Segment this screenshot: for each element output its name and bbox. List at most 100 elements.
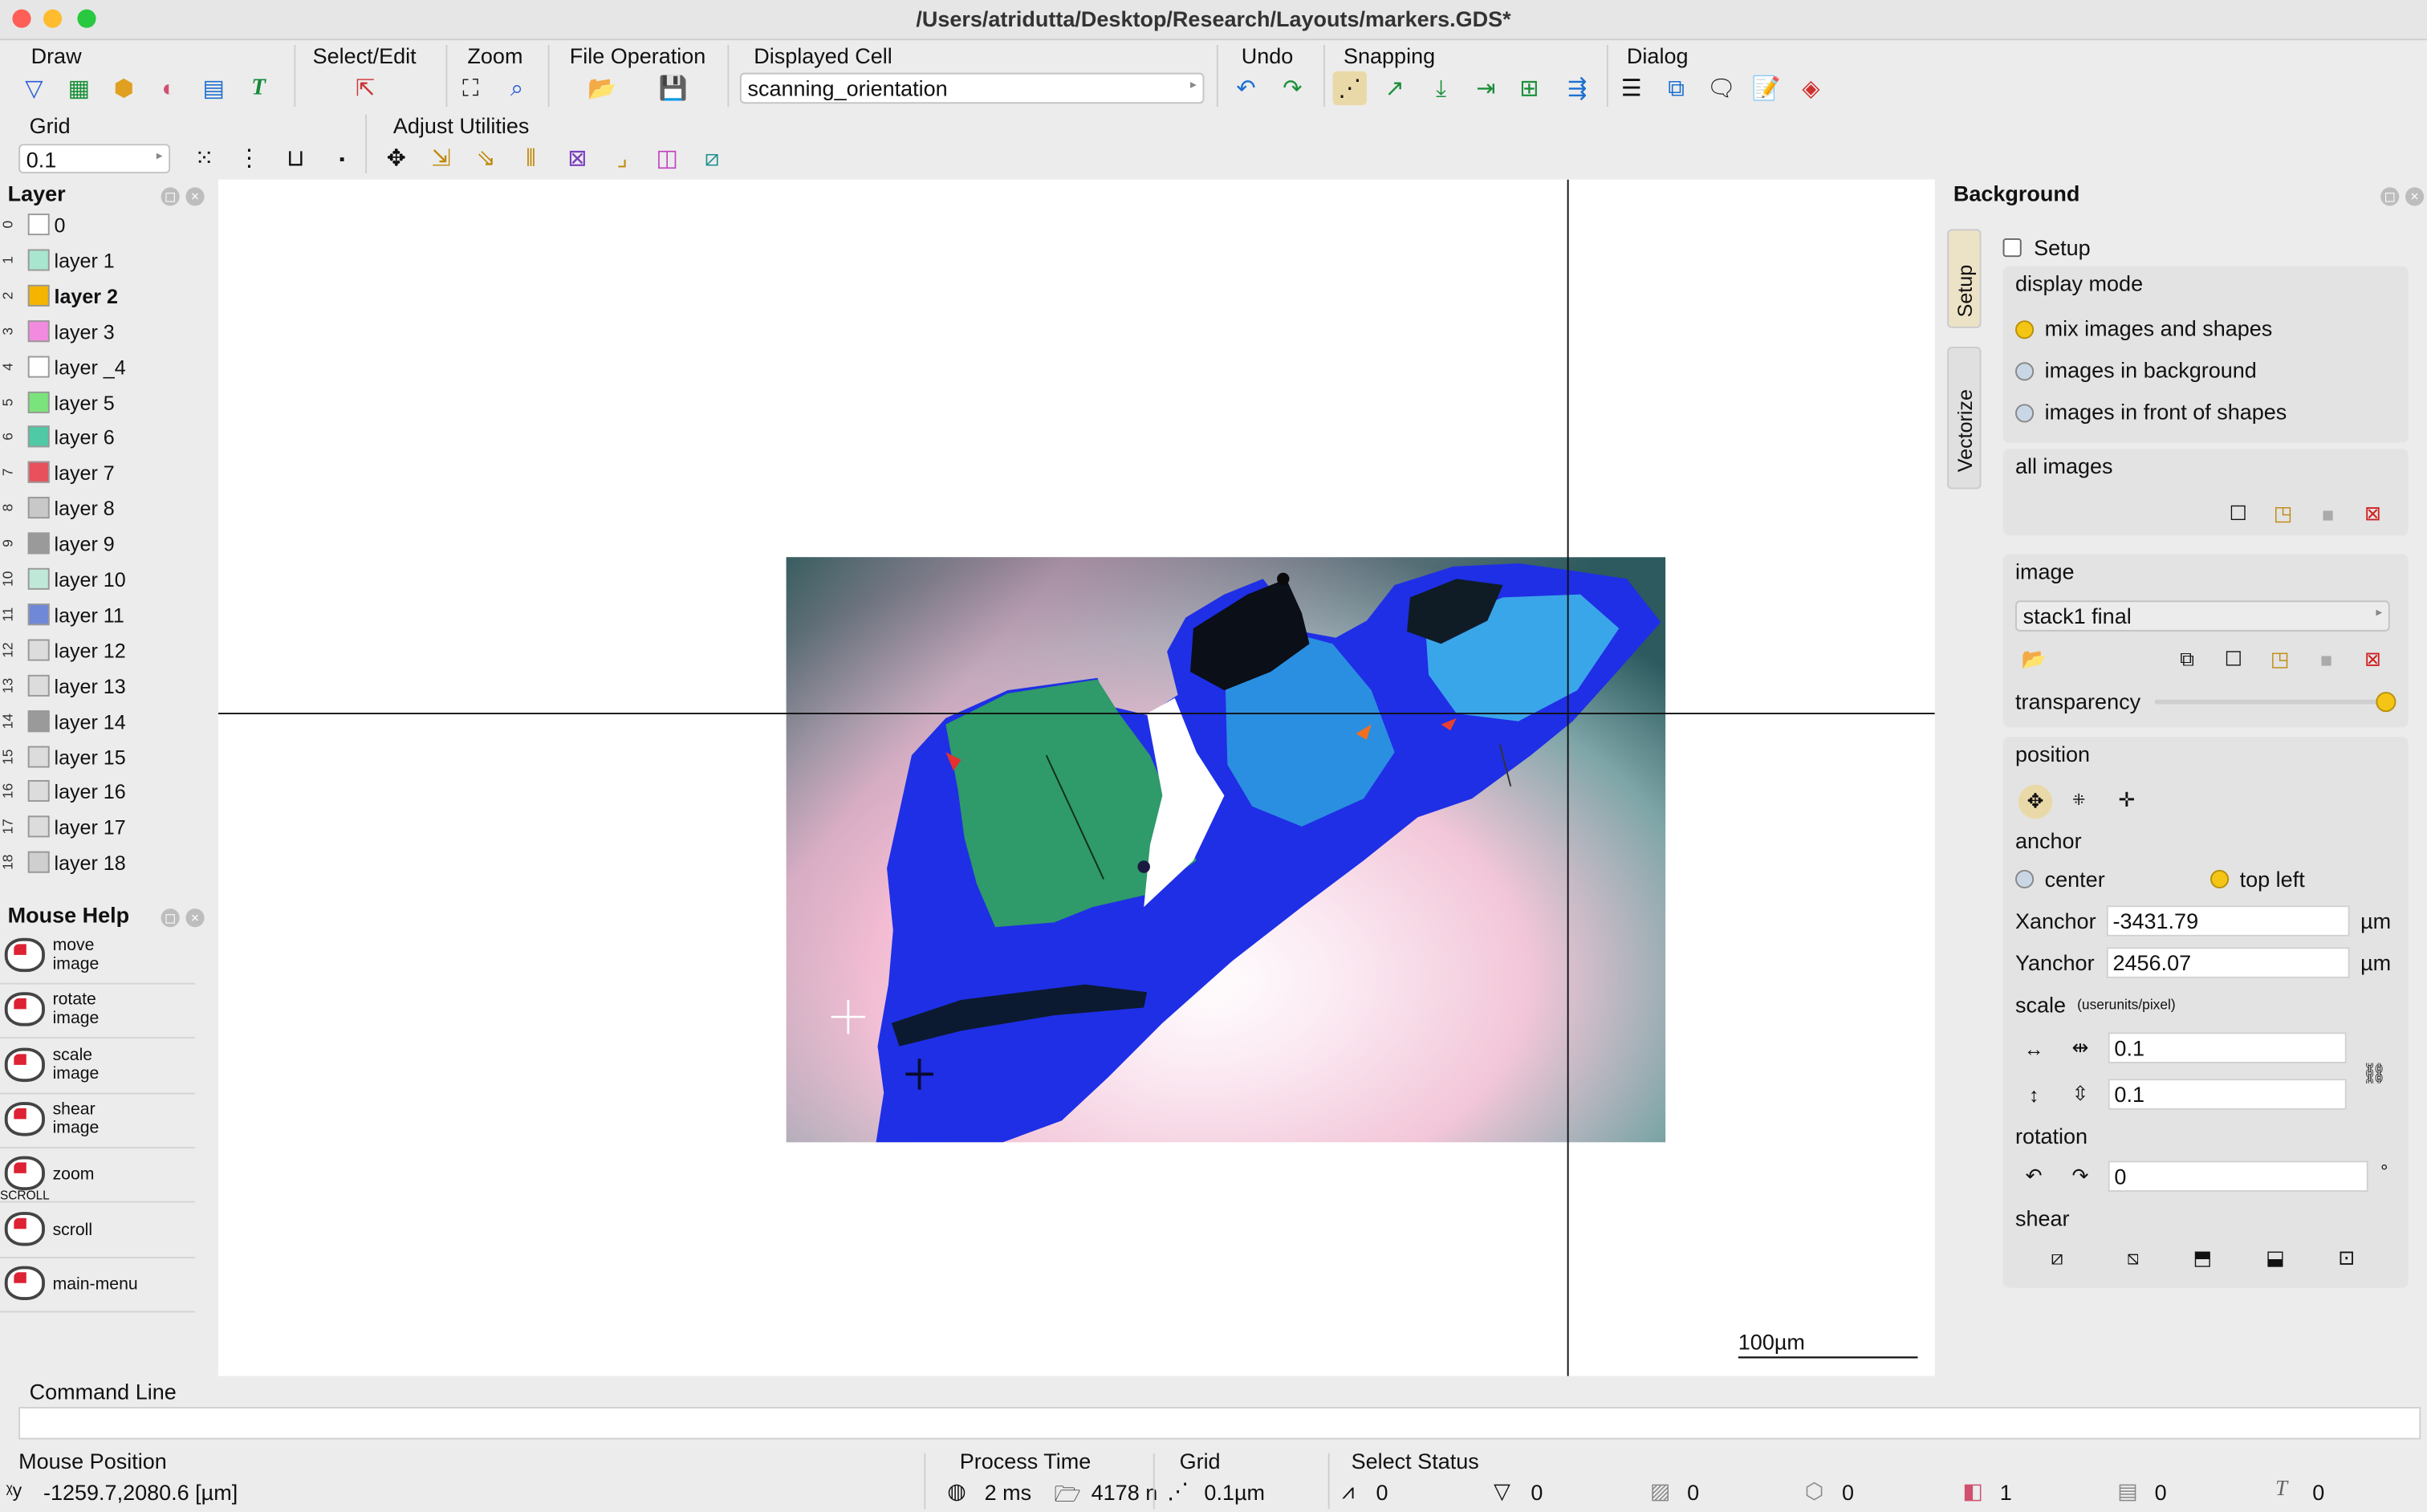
undock-icon[interactable]: ◻ (161, 187, 180, 206)
radio-images-background[interactable] (2014, 362, 2035, 381)
show-all-icon[interactable]: ☐ (2226, 502, 2250, 526)
grid-dense-icon[interactable]: ⋮ (232, 140, 266, 174)
layer-swatch[interactable] (27, 852, 50, 874)
layer-row[interactable]: 5 layer 5 (0, 386, 217, 420)
layer-row[interactable]: 18 layer 18 (0, 847, 217, 880)
delete-all-icon[interactable]: ⊠ (2360, 502, 2385, 526)
box-adjust-icon[interactable]: ⊠ (560, 140, 594, 174)
xanchor-input[interactable]: -3431.79 (2106, 905, 2350, 937)
layer-swatch[interactable] (27, 745, 50, 767)
properties-dialog-icon[interactable]: 🗨 (1704, 71, 1738, 105)
snap-middle-icon[interactable]: ⇥ (1469, 71, 1502, 105)
layer-row[interactable]: 3 layer 3 (0, 315, 217, 349)
save-file-icon[interactable]: 💾 (657, 71, 690, 105)
background-microscope-image[interactable] (786, 557, 1666, 1143)
layer-swatch[interactable] (27, 639, 50, 661)
layer-row[interactable]: 00 (0, 209, 217, 242)
scale-y-shrink-icon[interactable]: ⇳ (2068, 1082, 2093, 1107)
circle-icon[interactable]: ⬢ (107, 71, 140, 105)
layer-row[interactable]: 12 layer 12 (0, 634, 217, 668)
displayed-cell-select[interactable]: scanning_orientation ▸ (739, 72, 1205, 104)
scale-y-expand-icon[interactable]: ↕ (2022, 1082, 2047, 1107)
path-icon[interactable]: ◐ (152, 71, 185, 105)
layer-row[interactable]: 7 layer 7 (0, 457, 217, 491)
setup-checkbox[interactable] (2002, 238, 2022, 258)
hide-all-icon[interactable]: ■ (2315, 502, 2340, 526)
radio-anchor-top-left[interactable] (2210, 869, 2230, 888)
delete-image-icon[interactable]: ⊠ (2360, 647, 2385, 672)
rotation-input[interactable]: 0 (2108, 1160, 2368, 1192)
shear-up-icon[interactable]: ⬒ (2190, 1246, 2215, 1270)
snap-angle-icon[interactable]: ⇶ (1560, 71, 1594, 105)
shear-down-icon[interactable]: ⬓ (2263, 1246, 2288, 1270)
layer-swatch[interactable] (27, 249, 50, 271)
redo-icon[interactable]: ↷ (1275, 71, 1309, 105)
color-dialog-icon[interactable]: ◈ (1794, 71, 1827, 105)
layer-swatch[interactable] (27, 497, 50, 519)
layer-swatch[interactable] (27, 426, 50, 449)
text-icon[interactable]: T (242, 71, 275, 105)
layer-row[interactable]: 8 layer 8 (0, 493, 217, 526)
yanchor-input[interactable]: 2456.07 (2106, 947, 2350, 978)
polygon-icon[interactable]: ▽ (17, 71, 51, 105)
layer-dialog-icon[interactable]: ☰ (1614, 71, 1648, 105)
layer-swatch[interactable] (27, 674, 50, 697)
link-scale-icon[interactable]: ⛓ (2362, 1055, 2388, 1092)
stretch-adjust-icon[interactable]: ⇘ (469, 140, 502, 174)
undo-icon[interactable]: ↶ (1229, 71, 1262, 105)
layer-row[interactable]: 10 layer 10 (0, 563, 217, 597)
note-dialog-icon[interactable]: 📝 (1749, 71, 1783, 105)
image-select[interactable]: stack1 final ▸ (2014, 600, 2390, 632)
snap-edge-icon[interactable]: ⤓ (1424, 71, 1457, 105)
cell-dialog-icon[interactable]: ⧉ (1659, 71, 1693, 105)
zoom-fit-icon[interactable]: ⛶ (453, 71, 487, 105)
auto-position-icon[interactable]: ⁜ (2067, 788, 2092, 813)
layer-swatch[interactable] (27, 284, 50, 307)
layer-swatch[interactable] (27, 532, 50, 555)
open-image-icon[interactable]: 📂 (2022, 647, 2047, 672)
snap-center-icon[interactable]: ⊞ (1512, 71, 1546, 105)
layer-row[interactable]: 11 layer 11 (0, 599, 217, 632)
align-adjust-icon[interactable]: ⇲ (424, 140, 457, 174)
select-edit-icon[interactable]: ⇱ (348, 71, 382, 105)
scale-y-input[interactable]: 0.1 (2108, 1079, 2347, 1110)
layer-row[interactable]: 16 layer 16 (0, 776, 217, 810)
radio-images-front[interactable] (2014, 404, 2035, 423)
layer-row[interactable]: 2 layer 2 (0, 280, 217, 314)
magnifier-icon[interactable]: ⌕ (500, 71, 534, 105)
layer-swatch[interactable] (27, 567, 50, 590)
layer-swatch[interactable] (27, 213, 50, 236)
distribute-adjust-icon[interactable]: ⫴ (514, 140, 547, 174)
move-position-icon[interactable]: ✥ (2018, 784, 2053, 819)
cell-ref-icon[interactable]: ▤ (197, 71, 230, 105)
layer-swatch[interactable] (27, 461, 50, 484)
layer-swatch[interactable] (27, 355, 50, 377)
snap-grid-icon[interactable]: ⋰ (1332, 71, 1367, 106)
scale-x-expand-icon[interactable]: ↔ (2022, 1035, 2047, 1060)
hide-image-icon[interactable]: ■ (2314, 647, 2339, 672)
box-icon[interactable]: ▦ (62, 71, 96, 105)
close-icon[interactable]: × (185, 908, 205, 928)
layer-row[interactable]: 1 layer 1 (0, 245, 217, 278)
layer-swatch[interactable] (27, 390, 50, 413)
layer-row[interactable]: 17 layer 17 (0, 811, 217, 845)
layer-swatch[interactable] (27, 603, 50, 625)
center-position-icon[interactable]: ✛ (2114, 788, 2139, 813)
undock-icon[interactable]: ◻ (161, 908, 180, 928)
layer-row[interactable]: 14 layer 14 (0, 705, 217, 739)
frame-all-icon[interactable]: ◳ (2270, 502, 2295, 526)
move-adjust-icon[interactable]: ✥ (379, 140, 413, 174)
scale-x-input[interactable]: 0.1 (2108, 1032, 2347, 1063)
radio-anchor-center[interactable] (2014, 869, 2035, 888)
rotate-left-icon[interactable]: ↶ (2022, 1164, 2047, 1189)
grid-value-input[interactable]: 0.1 ▸ (18, 144, 171, 173)
layout-canvas[interactable]: 100µm (217, 179, 1935, 1376)
grid-dots-icon[interactable]: ⁙ (187, 140, 221, 174)
snap-vertex-icon[interactable]: ↗ (1377, 71, 1411, 105)
layer-row[interactable]: 6 layer 6 (0, 421, 217, 455)
offset-adjust-icon[interactable]: ⧄ (695, 140, 729, 174)
rotate-right-icon[interactable]: ↷ (2068, 1164, 2093, 1189)
shear-left-icon[interactable]: ⧄ (2045, 1246, 2070, 1270)
radio-mix-images[interactable] (2014, 320, 2035, 339)
layer-row[interactable]: 15 layer 15 (0, 741, 217, 774)
